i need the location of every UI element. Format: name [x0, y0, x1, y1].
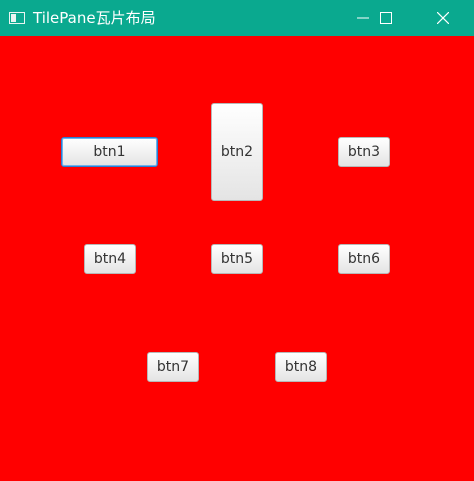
btn6-button[interactable]: btn6	[338, 244, 390, 274]
btn7-button[interactable]: btn7	[147, 352, 199, 382]
btn8-button[interactable]: btn8	[275, 352, 327, 382]
close-icon	[437, 12, 449, 24]
close-button[interactable]	[420, 0, 466, 36]
btn1-button[interactable]: btn1	[61, 137, 158, 167]
btn5-button[interactable]: btn5	[211, 244, 263, 274]
maximize-button[interactable]	[363, 0, 409, 36]
btn4-button[interactable]: btn4	[84, 244, 136, 274]
title-bar[interactable]: TilePane瓦片布局	[0, 0, 474, 36]
maximize-icon	[380, 12, 392, 24]
btn2-button[interactable]: btn2	[211, 103, 263, 201]
window-app-icon	[9, 12, 25, 24]
app-window: TilePane瓦片布局 btn1 btn2 btn3 btn4 btn5 bt…	[0, 0, 474, 481]
btn3-button[interactable]: btn3	[338, 137, 390, 167]
window-title: TilePane瓦片布局	[33, 9, 156, 27]
tile-pane: btn1 btn2 btn3 btn4 btn5 btn6 btn7 btn8	[0, 36, 474, 481]
